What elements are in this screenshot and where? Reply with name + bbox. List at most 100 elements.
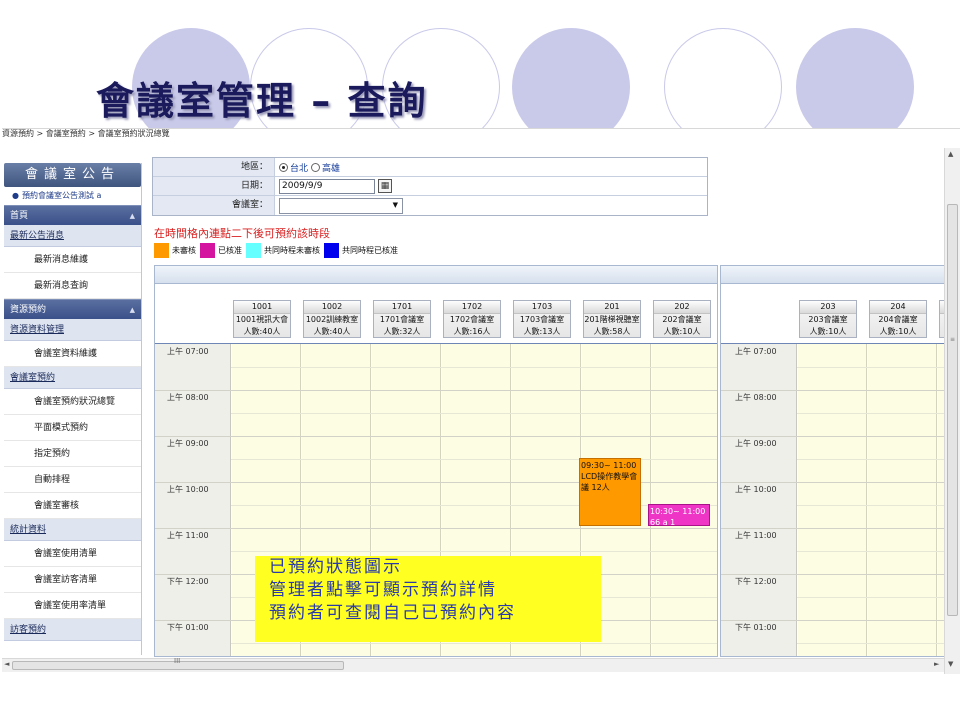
dropdown-arrow-icon[interactable]: ▼: [393, 201, 398, 209]
scroll-left-icon[interactable]: ◄: [4, 660, 9, 668]
vertical-scrollbar[interactable]: ▲ ≡ ▼: [944, 148, 960, 674]
callout-note: 已預約狀態圖示 管理者點擊可顯示預約詳情 預約者可查閱自己已預約內容: [255, 556, 601, 642]
horizontal-scrollbar[interactable]: ◄ III ►: [2, 657, 944, 672]
scroll-down-icon[interactable]: ▼: [948, 660, 953, 668]
grid-line: [797, 459, 959, 460]
sidebar-group-stats[interactable]: 統計資料: [4, 519, 141, 541]
sidebar-item-news-maintain[interactable]: 最新消息維護: [4, 247, 141, 273]
room-select[interactable]: ▼: [279, 197, 403, 214]
region-option-kaohsiung[interactable]: 高雄: [322, 161, 340, 174]
sidebar-item-booking-overview[interactable]: 會議室預約狀況總覽: [4, 389, 141, 415]
room-header-row: 1001 1001視訊大會 人數:40人 1002 1002訓練教室 人數:40人 17…: [155, 284, 717, 344]
grid-line: [797, 597, 959, 598]
grid-line: [231, 367, 717, 368]
room-card[interactable]: 201 201階梯視聽室 人數:58人: [583, 300, 641, 338]
grid-line: [797, 367, 959, 368]
slide-title: 會議室管理 – 查詢: [96, 79, 428, 123]
date-label: 日期：: [153, 177, 275, 195]
room-card[interactable]: 202 202會議室 人數:10人: [653, 300, 711, 338]
panel-header: [155, 266, 717, 284]
time-label: 上午 08:00: [167, 393, 209, 402]
sidebar: 會議室公告 ● 預約會議室公告測試 a 首頁 ▲ 最新公告消息 最新消息維護 最新消…: [4, 163, 142, 655]
time-label: 上午 07:00: [735, 347, 777, 356]
booking-block[interactable]: 10:30~ 11:00 66 a 1: [648, 504, 710, 526]
grid-line: [155, 436, 717, 437]
panel-header: [721, 266, 959, 284]
callout-line: 管理者點擊可顯示預約詳情: [269, 580, 497, 600]
sidebar-group-visitor-booking[interactable]: 訪客預約: [4, 619, 141, 641]
time-label: 上午 10:00: [735, 485, 777, 494]
sidebar-section-home[interactable]: 首頁 ▲: [4, 205, 141, 225]
time-label: 上午 09:00: [735, 439, 777, 448]
booking-block[interactable]: 09:30~ 11:00 LCD操作教學會議 12人: [579, 458, 641, 526]
calendar-icon[interactable]: ▦: [378, 179, 392, 193]
grid-line: [721, 390, 959, 391]
legend-swatch-shared-pending: [246, 243, 261, 258]
date-input[interactable]: 2009/9/9: [279, 178, 375, 194]
query-form: 地區： 台北 高雄 日期： 2009/9/9 ▦ 會議室： ▼: [152, 157, 708, 216]
grid-line: [797, 643, 959, 644]
grid-line: [721, 620, 959, 621]
grid-line: [721, 574, 959, 575]
legend-swatch-shared-approved: [324, 243, 339, 258]
region-option-taipei[interactable]: 台北: [290, 161, 308, 174]
sidebar-group-room-booking[interactable]: 會議室預約: [4, 367, 141, 389]
grid-line: [231, 413, 717, 414]
time-label: 上午 11:00: [735, 531, 777, 540]
room-card[interactable]: 1701 1701會議室 人數:32人: [373, 300, 431, 338]
legend-label-shared-pending: 共同時程未審核: [264, 246, 320, 255]
callout-line: 已預約狀態圖示: [269, 557, 402, 577]
grid-line: [797, 551, 959, 552]
schedule-panel-right: 203203會議室人數:10人 204204會議室人數:10人 2020人 上午…: [720, 265, 960, 657]
sidebar-item-specified-booking[interactable]: 指定預約: [4, 441, 141, 467]
room-card[interactable]: 204 204會議室 人數:10人: [869, 300, 927, 338]
grid-line: [231, 643, 717, 644]
sidebar-group-resource-mgmt[interactable]: 資源資料管理: [4, 319, 141, 341]
status-legend: 未審核 已核准 共同時程未審核 共同時程已核准: [154, 243, 402, 258]
room-label: 會議室：: [153, 196, 275, 215]
scroll-thumb[interactable]: [947, 204, 958, 616]
callout-line: 預約者可查閱自己已預約內容: [269, 603, 516, 623]
grid-line: [721, 528, 959, 529]
region-label: 地區：: [153, 158, 275, 176]
time-label: 下午 01:00: [735, 623, 777, 632]
scroll-up-icon[interactable]: ▲: [948, 150, 953, 158]
sidebar-group-news[interactable]: 最新公告消息: [4, 225, 141, 247]
sidebar-item-news-query[interactable]: 最新消息查詢: [4, 273, 141, 299]
room-card[interactable]: 1001 1001視訊大會 人數:40人: [233, 300, 291, 338]
room-card[interactable]: 203 203會議室 人數:10人: [799, 300, 857, 338]
booking-hint: 在時間格內連點二下後可預約該時段: [154, 227, 330, 240]
grid-line: [721, 436, 959, 437]
grid-line: [797, 413, 959, 414]
region-radio-taipei[interactable]: [279, 162, 288, 172]
sidebar-item-auto-schedule[interactable]: 自動排程: [4, 467, 141, 493]
collapse-icon[interactable]: ▲: [130, 206, 135, 226]
sidebar-item-usage-rate-list[interactable]: 會議室使用率清單: [4, 593, 141, 619]
legend-label-approved: 已核准: [218, 246, 242, 255]
scroll-grip-icon: ≡: [950, 336, 956, 343]
breadcrumb: 資源預約 > 會議室預約 > 會議室預約狀況總覽: [2, 129, 170, 138]
sidebar-item-floorplan-booking[interactable]: 平面模式預約: [4, 415, 141, 441]
room-card[interactable]: 1703 1703會議室 人數:13人: [513, 300, 571, 338]
room-card[interactable]: 1702 1702會議室 人數:16人: [443, 300, 501, 338]
announcement-link[interactable]: ● 預約會議室公告測試 a: [4, 187, 141, 205]
date-row: 日期： 2009/9/9 ▦: [153, 177, 707, 196]
region-row: 地區： 台北 高雄: [153, 158, 707, 177]
room-header-row: 203203會議室人數:10人 204204會議室人數:10人 2020人: [721, 284, 959, 344]
region-radio-kaohsiung[interactable]: [311, 162, 321, 172]
sidebar-item-room-review[interactable]: 會議室審核: [4, 493, 141, 519]
sidebar-item-room-data[interactable]: 會議室資料維護: [4, 341, 141, 367]
grid-line: [231, 459, 717, 460]
sidebar-item-visitor-list[interactable]: 會議室訪客清單: [4, 567, 141, 593]
announcement-header: 會議室公告: [4, 163, 141, 187]
legend-label-shared-approved: 共同時程已核准: [342, 246, 398, 255]
collapse-icon[interactable]: ▲: [130, 300, 135, 320]
bullet-icon: ●: [12, 191, 19, 200]
time-label: 上午 08:00: [735, 393, 777, 402]
sidebar-item-usage-list[interactable]: 會議室使用清單: [4, 541, 141, 567]
grid-line: [231, 551, 717, 552]
scroll-right-icon[interactable]: ►: [934, 660, 939, 668]
sidebar-section-resource-booking[interactable]: 資源預約 ▲: [4, 299, 141, 319]
grid-line: [797, 505, 959, 506]
room-card[interactable]: 1002 1002訓練教室 人數:40人: [303, 300, 361, 338]
